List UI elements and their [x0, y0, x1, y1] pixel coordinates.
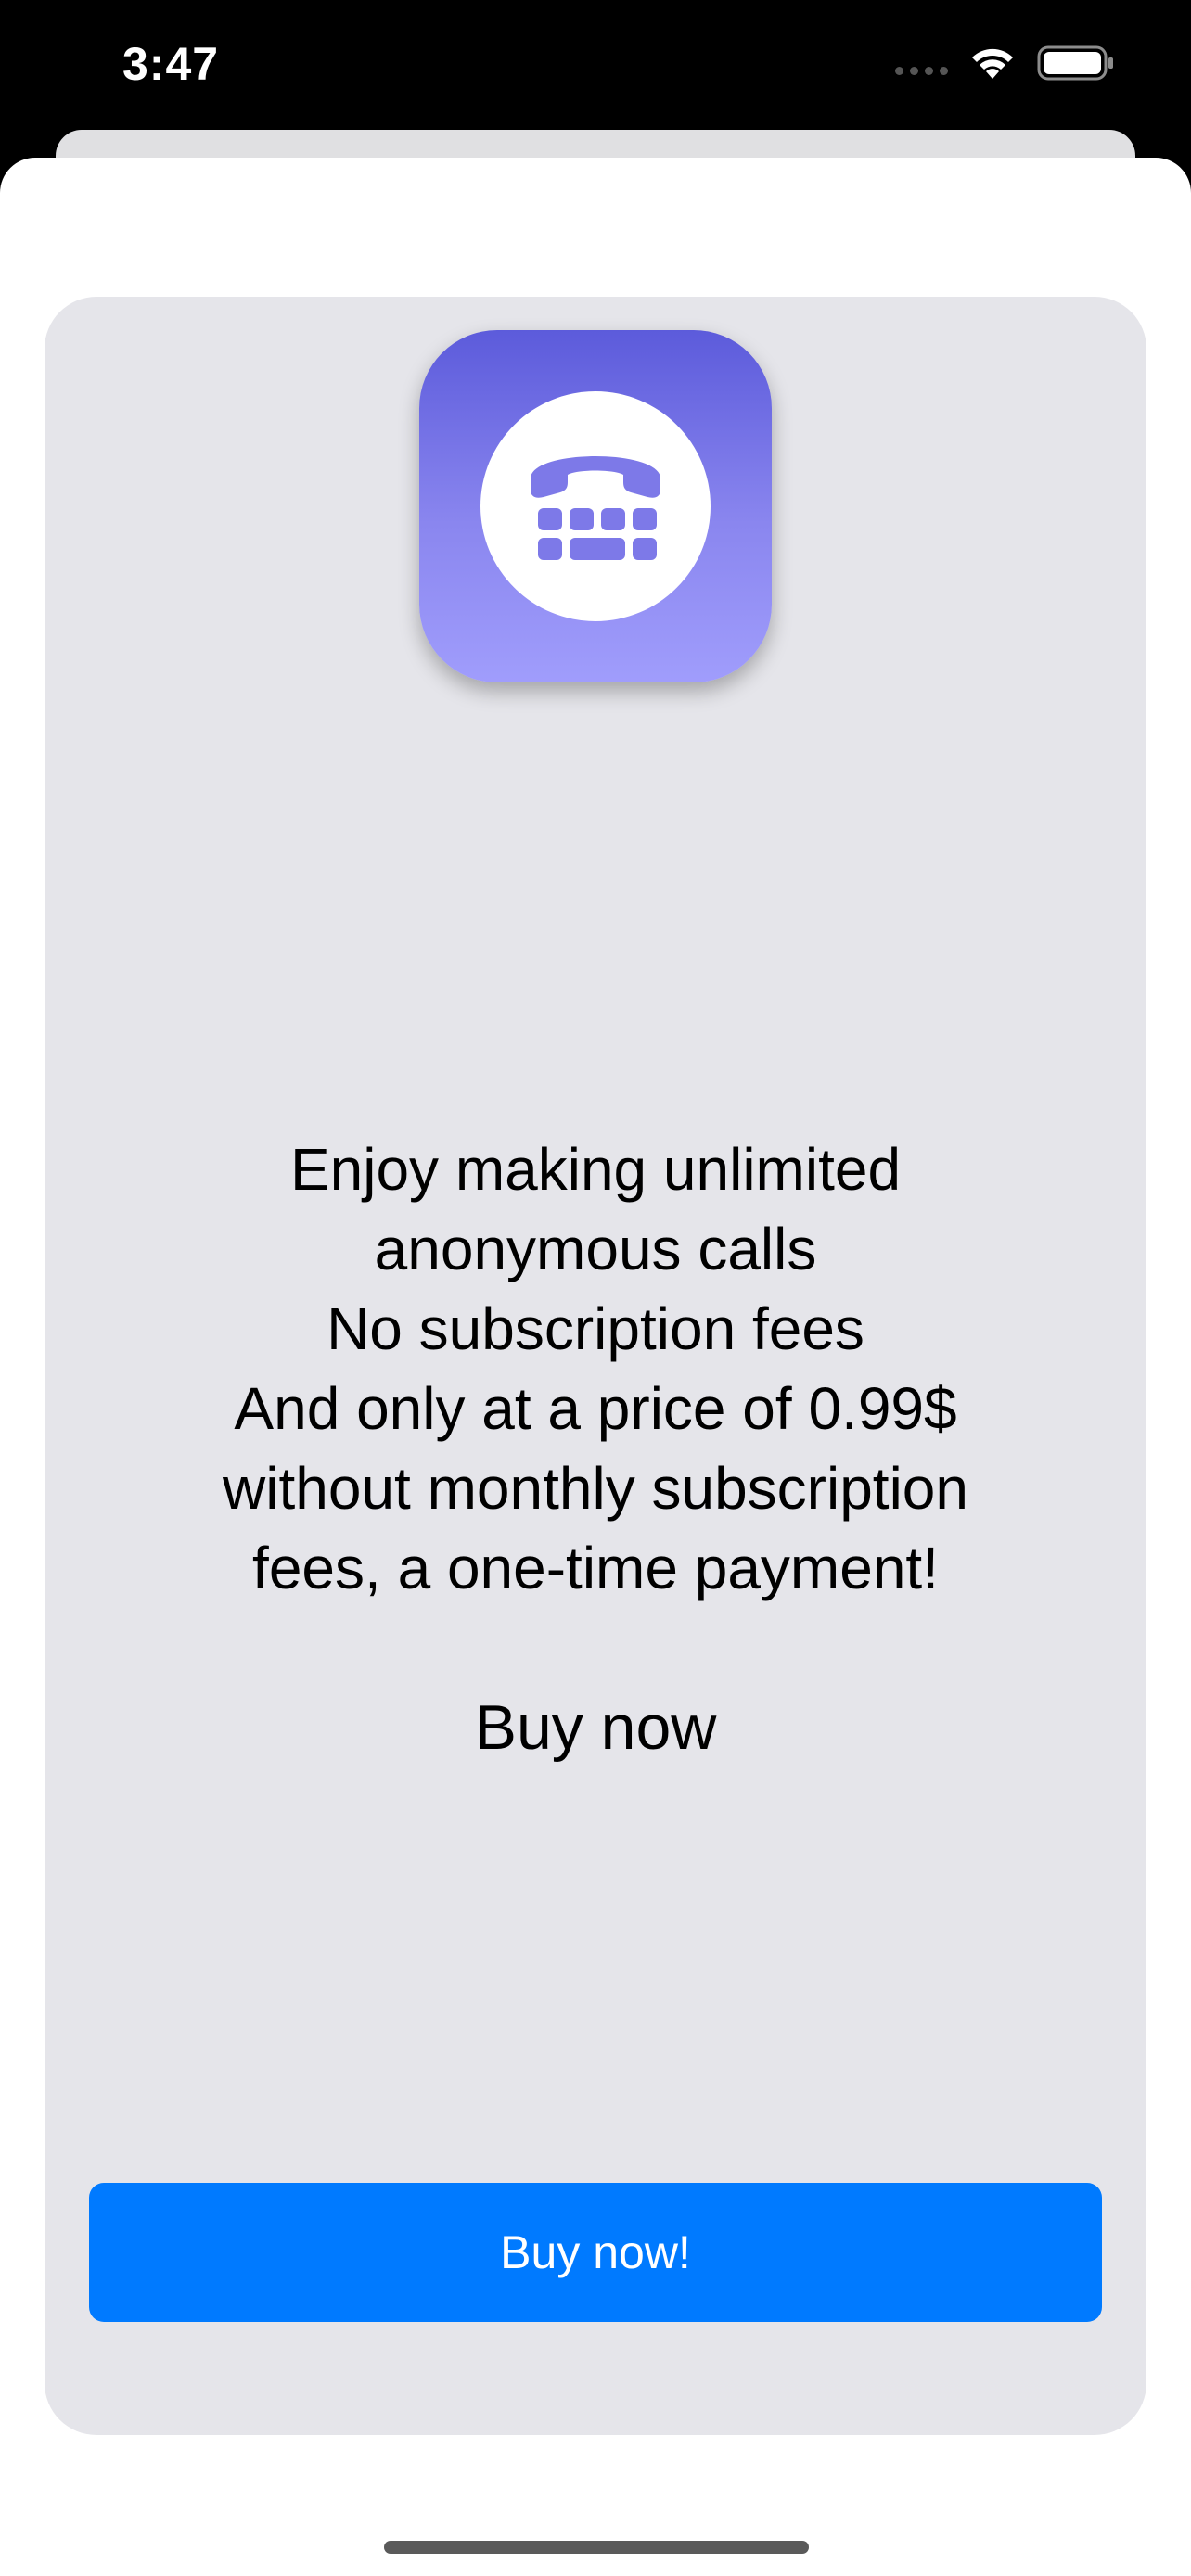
promo-line: anonymous calls	[374, 1216, 817, 1282]
home-indicator[interactable]	[384, 2541, 809, 2554]
promo-line: fees, a one-time payment!	[252, 1535, 939, 1601]
phone-keypad-icon	[480, 391, 711, 621]
buy-now-button[interactable]: Buy now!	[89, 2183, 1102, 2322]
promo-line: And only at a price of 0.99$	[234, 1375, 957, 1442]
promo-line: without monthly subscription	[223, 1455, 968, 1522]
status-bar: 3:47	[0, 0, 1191, 139]
wifi-icon	[972, 48, 1013, 79]
promo-line: No subscription fees	[327, 1295, 864, 1362]
status-time: 3:47	[122, 38, 220, 90]
status-icons	[895, 45, 1115, 82]
promo-line: Enjoy making unlimited	[289, 1136, 902, 1203]
app-icon	[419, 330, 772, 682]
promo-message: Enjoy making unlimited anonymous calls N…	[93, 1129, 1098, 1608]
buy-now-caption: Buy now	[474, 1692, 717, 1763]
cellular-signal-icon	[895, 66, 948, 75]
battery-icon	[1037, 45, 1113, 81]
